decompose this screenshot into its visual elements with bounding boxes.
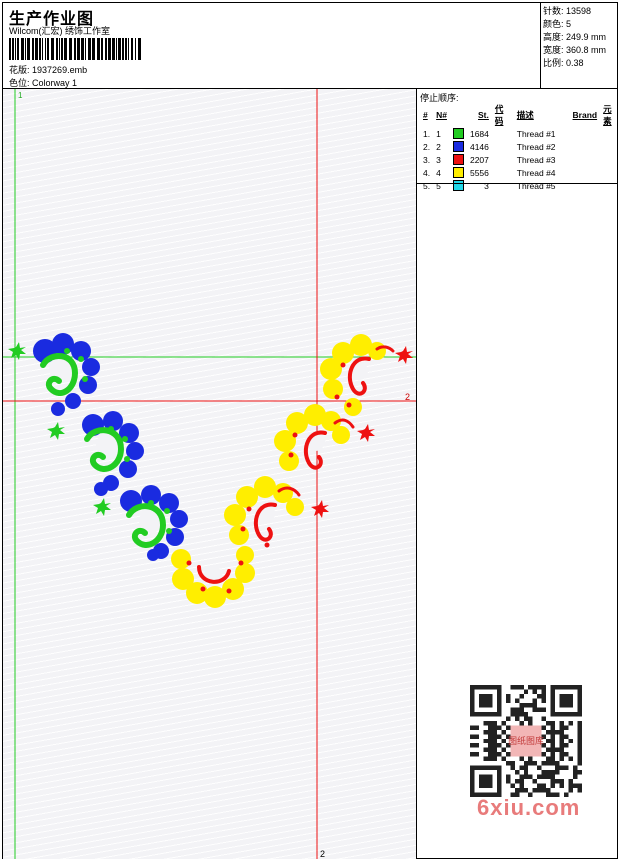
- row-swatch: [450, 166, 467, 179]
- col-header-element: 元素: [603, 104, 612, 126]
- table-row: 2. 2 4146 Thread #2: [420, 140, 617, 153]
- row-num: 5.: [423, 180, 431, 191]
- row-brand: [559, 127, 601, 140]
- colorway: 色位: Colorway 1: [9, 76, 77, 89]
- row-desc: Thread #2: [516, 141, 556, 152]
- row-n: 1: [436, 128, 441, 139]
- design-file: 花版: 1937269.emb: [9, 63, 87, 76]
- barcode: [9, 38, 141, 60]
- row-swatch: [450, 153, 467, 166]
- qr-code: 图纸图库: [470, 685, 582, 797]
- stat-colors: 颜色: 5: [543, 19, 572, 29]
- row-code: [492, 140, 509, 153]
- row-stitches: 2207: [469, 154, 489, 165]
- row-n: 3: [436, 154, 441, 165]
- row-stitches: 5556: [469, 167, 489, 178]
- design-label: 花版:: [9, 65, 30, 75]
- stat-width: 宽度: 360.8 mm: [543, 45, 607, 55]
- table-row: 3. 3 2207 Thread #3: [420, 153, 617, 166]
- color-swatch: [452, 154, 464, 166]
- color-swatch: [452, 128, 464, 140]
- row-code: [492, 179, 509, 192]
- stat-height: 高度: 249.9 mm: [543, 32, 607, 42]
- colorway-label: 色位:: [9, 78, 30, 88]
- row-swatch: [450, 179, 467, 192]
- col-header-desc: 描述: [516, 110, 534, 120]
- sheet-header: 生产作业图 Wilcom(汇宏) 绣饰工作室 花版: 1937269.emb 色…: [3, 3, 541, 89]
- row-brand: [559, 166, 601, 179]
- red-guide-label-right: 2: [405, 392, 410, 402]
- row-element: [600, 179, 617, 192]
- color-sequence-panel: 停止顺序: # N# St. 代码 描述 Brand 元素 1. 1 1684 Thr…: [417, 89, 617, 859]
- table-header-row: # N# St. 代码 描述 Brand 元素: [420, 103, 617, 127]
- row-element: [600, 127, 617, 140]
- right-arm-motif: [171, 334, 413, 608]
- color-swatch: [452, 141, 464, 153]
- row-code: [492, 166, 509, 179]
- row-num: 3.: [423, 154, 431, 165]
- row-n: 5: [436, 180, 441, 191]
- row-code: [492, 127, 509, 140]
- row-brand: [559, 153, 601, 166]
- colorway-value: Colorway 1: [32, 78, 78, 88]
- row-element: [600, 166, 617, 179]
- qr-stamp-text: 图纸图库: [508, 735, 544, 746]
- company-name: Wilcom(汇宏) 绣饰工作室: [9, 26, 110, 36]
- row-code: [492, 153, 509, 166]
- row-stitches: 1684: [469, 128, 489, 139]
- col-header-code: 代码: [494, 104, 504, 126]
- row-num: 4.: [423, 167, 431, 178]
- row-brand: [559, 179, 601, 192]
- row-stitches: 3: [484, 180, 489, 191]
- row-desc: Thread #4: [516, 167, 556, 178]
- col-header-stitches: St.: [478, 110, 489, 120]
- green-guide-label: 1: [18, 91, 23, 100]
- production-sheet: 生产作业图 Wilcom(汇宏) 绣饰工作室 花版: 1937269.emb 色…: [2, 2, 618, 859]
- row-desc: Thread #3: [516, 154, 556, 165]
- col-header-num: #: [423, 110, 428, 120]
- stat-stitches: 针数: 13598: [543, 6, 592, 16]
- left-arm-motif: [8, 333, 188, 561]
- row-desc: Thread #5: [516, 180, 556, 191]
- row-swatch: [450, 140, 467, 153]
- col-header-swatch: [450, 103, 467, 127]
- table-row: 4. 4 5556 Thread #4: [420, 166, 617, 179]
- row-brand: [559, 140, 601, 153]
- col-header-brand: Brand: [572, 110, 598, 120]
- site-watermark: 6xiu.com: [477, 795, 581, 820]
- red-guide-label-bottom: 2: [320, 849, 325, 859]
- row-n: 4: [436, 167, 441, 178]
- row-swatch: [450, 127, 467, 140]
- row-desc: Thread #1: [516, 128, 556, 139]
- design-value: 1937269.emb: [32, 65, 88, 75]
- row-element: [600, 153, 617, 166]
- row-n: 2: [436, 141, 441, 152]
- row-num: 1.: [423, 128, 431, 139]
- row-element: [600, 140, 617, 153]
- stats-box: 针数: 13598 颜色: 5 高度: 249.9 mm 宽度: 360.8 m…: [541, 3, 617, 89]
- table-row: 1. 1 1684 Thread #1: [420, 127, 617, 140]
- design-canvas: 1 2 2: [3, 89, 417, 859]
- color-swatch: [452, 180, 464, 192]
- col-header-n: N#: [436, 110, 447, 120]
- stat-scale: 比例: 0.38: [543, 58, 584, 68]
- panel-divider: [417, 183, 617, 184]
- row-stitches: 4146: [469, 141, 489, 152]
- color-swatch: [452, 167, 464, 179]
- table-row: 5. 5 3 Thread #5: [420, 179, 617, 192]
- color-sequence-table: # N# St. 代码 描述 Brand 元素 1. 1 1684 Thread #1…: [420, 103, 617, 192]
- embroidery-preview: 1 2 2: [3, 89, 416, 859]
- row-num: 2.: [423, 141, 431, 152]
